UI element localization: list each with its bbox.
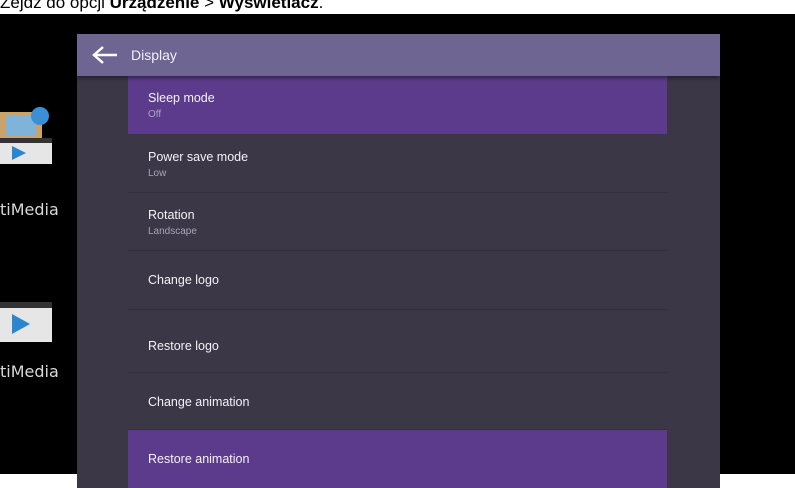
- setting-restore-logo[interactable]: Restore logo: [128, 310, 667, 373]
- item-value: Low: [148, 168, 167, 179]
- arrow-left-icon: [92, 46, 117, 64]
- app-label: tiMedia: [0, 362, 59, 381]
- app-bar: Display: [77, 34, 720, 76]
- item-title: Sleep mode: [148, 91, 215, 105]
- setting-power-save-mode[interactable]: Power save mode Low: [128, 134, 667, 193]
- setting-restore-animation[interactable]: Restore animation: [128, 430, 667, 488]
- device-screen: tiMedia tiMedia Display Sleep mode Off P…: [0, 14, 795, 488]
- instruction-text: Zejdź do opcji Urządzenie > Wyświetlacz.: [0, 0, 324, 12]
- setting-change-logo[interactable]: Change logo: [128, 251, 667, 310]
- setting-change-animation[interactable]: Change animation: [128, 373, 667, 430]
- back-button[interactable]: [89, 42, 121, 68]
- multimedia-app-icon[interactable]: [0, 104, 60, 164]
- item-title: Restore animation: [148, 452, 250, 466]
- item-title: Power save mode: [148, 150, 249, 164]
- app-label: tiMedia: [0, 200, 59, 219]
- setting-rotation[interactable]: Rotation Landscape: [128, 193, 667, 251]
- item-title: Change logo: [148, 273, 219, 287]
- item-title: Rotation: [148, 208, 195, 222]
- item-value: Landscape: [148, 226, 197, 237]
- page-title: Display: [131, 47, 177, 63]
- multimedia-app-icon[interactable]: [0, 300, 60, 360]
- item-title: Change animation: [148, 395, 250, 409]
- setting-sleep-mode[interactable]: Sleep mode Off: [128, 76, 667, 134]
- display-settings-panel: Display Sleep mode Off Power save mode L…: [77, 34, 720, 488]
- item-value: Off: [148, 109, 162, 120]
- settings-list: Sleep mode Off Power save mode Low Rotat…: [128, 76, 667, 488]
- item-title: Restore logo: [148, 339, 219, 353]
